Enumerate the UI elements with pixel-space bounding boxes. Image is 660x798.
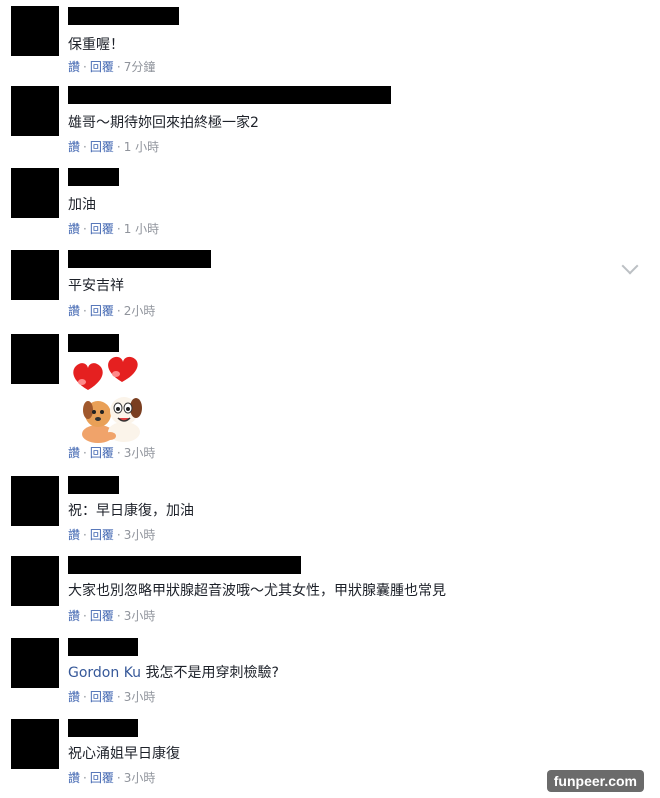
comment-actions: 讚 · 回覆 · 3小時 (68, 608, 155, 624)
comment-text: Gordon Ku 我怎不是用穿刺檢驗? (68, 664, 279, 682)
separator-dot: · (116, 609, 121, 623)
timestamp[interactable]: 7分鐘 (124, 60, 156, 74)
reply-link[interactable]: 回覆 (90, 528, 114, 542)
comment-body: 我怎不是用穿刺檢驗? (145, 665, 279, 681)
timestamp[interactable]: 1 小時 (124, 222, 159, 236)
separator-dot: · (83, 609, 87, 623)
separator-dot: · (83, 222, 87, 236)
redacted-name[interactable] (68, 476, 119, 494)
like-link[interactable]: 讚 (68, 771, 80, 785)
reply-link[interactable]: 回覆 (90, 60, 114, 74)
timestamp[interactable]: 2小時 (124, 304, 156, 318)
mention-link[interactable]: Gordon Ku (68, 665, 141, 681)
redacted-name[interactable] (68, 168, 119, 186)
avatar[interactable] (11, 6, 59, 56)
avatar[interactable] (11, 250, 59, 300)
separator-dot: · (116, 446, 121, 460)
redacted-name[interactable] (68, 556, 301, 574)
comment-actions: 讚 · 回覆 · 3小時 (68, 770, 155, 786)
comment-actions: 讚 · 回覆 · 1 小時 (68, 221, 159, 237)
avatar[interactable] (11, 556, 59, 606)
separator-dot: · (116, 771, 121, 785)
like-link[interactable]: 讚 (68, 140, 80, 154)
redacted-name[interactable] (68, 86, 391, 104)
avatar[interactable] (11, 334, 59, 384)
reply-link[interactable]: 回覆 (90, 609, 114, 623)
like-link[interactable]: 讚 (68, 60, 80, 74)
comment-actions: 讚 · 回覆 · 7分鐘 (68, 59, 155, 75)
reply-link[interactable]: 回覆 (90, 304, 114, 318)
timestamp[interactable]: 3小時 (124, 528, 156, 542)
comment-actions: 讚 · 回覆 · 3小時 (68, 445, 155, 461)
separator-dot: · (116, 690, 121, 704)
like-link[interactable]: 讚 (68, 609, 80, 623)
timestamp[interactable]: 3小時 (124, 690, 156, 704)
separator-dot: · (116, 140, 121, 154)
timestamp[interactable]: 3小時 (124, 771, 156, 785)
timestamp[interactable]: 3小時 (124, 446, 156, 460)
reply-link[interactable]: 回覆 (90, 446, 114, 460)
redacted-name[interactable] (68, 719, 138, 737)
separator-dot: · (83, 771, 87, 785)
like-link[interactable]: 讚 (68, 304, 80, 318)
redacted-name[interactable] (68, 638, 138, 656)
redacted-name[interactable] (68, 250, 211, 268)
timestamp[interactable]: 3小時 (124, 609, 156, 623)
separator-dot: · (116, 60, 121, 74)
separator-dot: · (83, 140, 87, 154)
avatar[interactable] (11, 86, 59, 136)
comment-text: 平安吉祥 (68, 278, 124, 294)
separator-dot: · (116, 528, 121, 542)
comment-text: 加油 (68, 197, 96, 213)
reply-link[interactable]: 回覆 (90, 690, 114, 704)
like-link[interactable]: 讚 (68, 690, 80, 704)
timestamp[interactable]: 1 小時 (124, 140, 159, 154)
separator-dot: · (83, 60, 87, 74)
like-link[interactable]: 讚 (68, 528, 80, 542)
separator-dot: · (116, 304, 121, 318)
reply-link[interactable]: 回覆 (90, 222, 114, 236)
watermark: funpeer.com (546, 770, 644, 792)
comment-actions: 讚 · 回覆 · 3小時 (68, 689, 155, 705)
like-link[interactable]: 讚 (68, 222, 80, 236)
separator-dot: · (116, 222, 121, 236)
comment-text: 大家也別忽略甲狀腺超音波哦～尤其女性，甲狀腺囊腫也常見 (68, 583, 446, 599)
like-link[interactable]: 讚 (68, 446, 80, 460)
comment-text: 祝心涌姐早日康復 (68, 746, 180, 762)
chevron-down-icon[interactable] (621, 257, 639, 275)
avatar[interactable] (11, 719, 59, 769)
avatar[interactable] (11, 168, 59, 218)
reply-link[interactable]: 回覆 (90, 771, 114, 785)
hearts-dogs-sticker[interactable] (68, 356, 152, 444)
comment-actions: 讚 · 回覆 · 3小時 (68, 527, 155, 543)
redacted-name[interactable] (68, 334, 119, 352)
separator-dot: · (83, 528, 87, 542)
reply-link[interactable]: 回覆 (90, 140, 114, 154)
comment-text: 祝：早日康復，加油 (68, 503, 194, 519)
avatar[interactable] (11, 638, 59, 688)
redacted-name[interactable] (68, 7, 179, 25)
comment-actions: 讚 · 回覆 · 1 小時 (68, 139, 159, 155)
separator-dot: · (83, 690, 87, 704)
separator-dot: · (83, 446, 87, 460)
comment-text: 保重喔！ (68, 37, 124, 53)
separator-dot: · (83, 304, 87, 318)
comment-text: 雄哥～期待妳回來拍終極一家2 (68, 115, 259, 131)
comment-actions: 讚 · 回覆 · 2小時 (68, 303, 155, 319)
avatar[interactable] (11, 476, 59, 526)
